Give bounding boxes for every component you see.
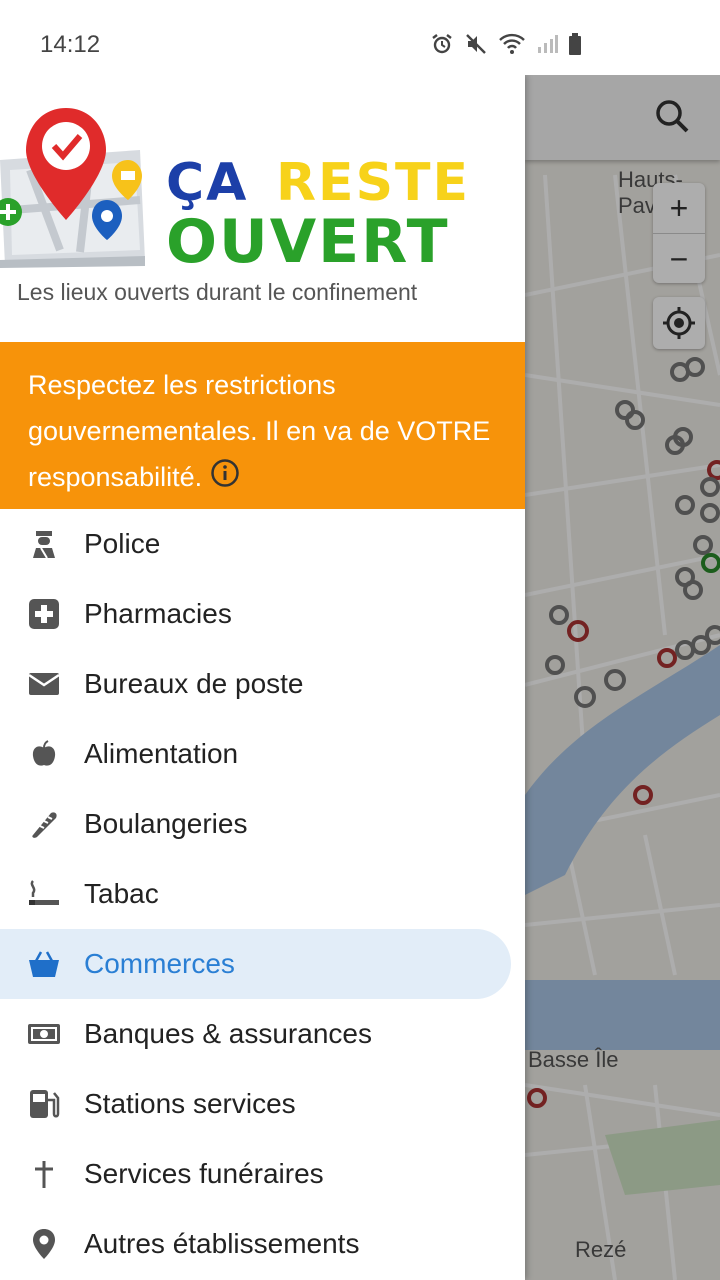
logo-word-reste: RESTE bbox=[276, 153, 471, 213]
menu-item-label: Stations services bbox=[84, 1088, 296, 1119]
warning-banner: Respectez les restrictions gouvernementa… bbox=[0, 342, 525, 509]
cross-icon bbox=[22, 1159, 66, 1189]
menu-item-label: Commerces bbox=[84, 948, 235, 979]
fuel-pump-icon bbox=[22, 1088, 66, 1120]
locate-button[interactable] bbox=[653, 297, 705, 349]
baguette-icon bbox=[22, 809, 66, 839]
envelope-icon bbox=[22, 672, 66, 696]
zoom-out-button[interactable]: − bbox=[653, 234, 705, 284]
menu-item-label: Boulangeries bbox=[84, 808, 248, 839]
navigation-drawer: ÇA RESTE OUVERT Les lieux ouverts durant… bbox=[0, 75, 525, 1280]
zoom-control: + − bbox=[653, 183, 705, 283]
mute-icon bbox=[464, 32, 488, 61]
alarm-icon bbox=[430, 32, 454, 61]
app-tagline: Les lieux ouverts durant le confinement bbox=[17, 279, 418, 305]
status-icons bbox=[430, 32, 582, 61]
menu-item-bureaux-de-poste[interactable]: Bureaux de poste bbox=[0, 649, 525, 719]
menu-item-autres-etablissements[interactable]: Autres établissements bbox=[0, 1209, 525, 1279]
map-toolbar bbox=[525, 75, 720, 160]
status-bar: 14:12 bbox=[0, 0, 720, 75]
menu-item-label: Alimentation bbox=[84, 738, 239, 769]
map-label-reze: Rezé bbox=[575, 1237, 627, 1262]
menu-item-police[interactable]: Police bbox=[0, 509, 525, 579]
menu-item-stations-services[interactable]: Stations services bbox=[0, 1069, 525, 1139]
map-pin-icon bbox=[22, 1228, 66, 1260]
menu-item-boulangeries[interactable]: Boulangeries bbox=[0, 789, 525, 859]
basket-icon bbox=[22, 949, 66, 979]
battery-icon bbox=[568, 32, 582, 61]
menu-item-label: Banques & assurances bbox=[84, 1018, 372, 1049]
signal-icon bbox=[536, 33, 558, 60]
menu-item-label: Police bbox=[84, 528, 161, 559]
menu-item-banques-assurances[interactable]: Banques & assurances bbox=[0, 999, 525, 1069]
banknote-icon bbox=[22, 1022, 66, 1046]
menu-item-label: Autres établissements bbox=[84, 1228, 360, 1259]
logo-map-icon bbox=[0, 108, 145, 268]
menu-item-commerces[interactable]: Commerces bbox=[0, 929, 511, 999]
menu-item-services-funeraires[interactable]: Services funéraires bbox=[0, 1139, 525, 1209]
logo-word-ca: ÇA bbox=[166, 153, 249, 213]
menu-item-label: Services funéraires bbox=[84, 1158, 324, 1189]
menu-item-label: Tabac bbox=[84, 878, 159, 909]
info-icon[interactable] bbox=[210, 456, 240, 502]
menu-item-label: Bureaux de poste bbox=[84, 668, 304, 699]
pharmacy-cross-icon bbox=[22, 598, 66, 630]
menu-item-tabac[interactable]: Tabac bbox=[0, 859, 525, 929]
logo-word-ouvert: OUVERT bbox=[166, 207, 450, 277]
zoom-in-button[interactable]: + bbox=[653, 183, 705, 233]
crosshair-icon bbox=[663, 307, 695, 339]
apple-icon bbox=[22, 740, 66, 768]
warning-text-block: Respectez les restrictions gouvernementa… bbox=[28, 362, 498, 502]
status-time: 14:12 bbox=[40, 31, 101, 58]
map-view[interactable]: Hauts-Pav Basse Île Rezé + − bbox=[525, 75, 720, 1280]
category-menu: Police Pharmacies Bureaux de poste Alime… bbox=[0, 509, 525, 1279]
police-icon bbox=[22, 529, 66, 559]
menu-item-pharmacies[interactable]: Pharmacies bbox=[0, 579, 525, 649]
wifi-icon bbox=[498, 32, 526, 61]
menu-item-alimentation[interactable]: Alimentation bbox=[0, 719, 525, 789]
map-label-basse-ile: Basse Île bbox=[528, 1047, 619, 1072]
cigarette-icon bbox=[22, 879, 66, 909]
app-logo-header: ÇA RESTE OUVERT Les lieux ouverts durant… bbox=[0, 75, 525, 342]
menu-item-label: Pharmacies bbox=[84, 598, 232, 629]
search-icon[interactable] bbox=[653, 97, 693, 137]
warning-text: Respectez les restrictions gouvernementa… bbox=[28, 370, 491, 492]
